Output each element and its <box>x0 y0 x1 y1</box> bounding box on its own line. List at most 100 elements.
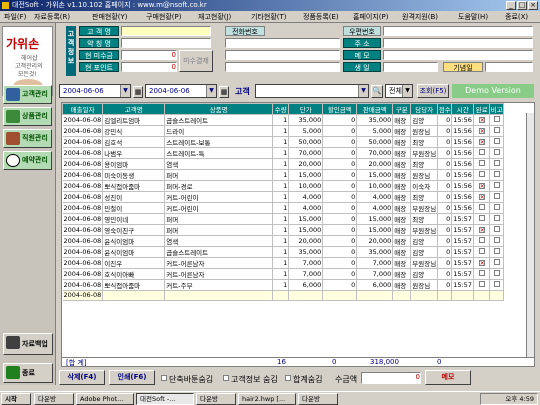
chevron-down-icon[interactable]: ▼ <box>206 85 216 97</box>
date-to-input[interactable]: 2004-06-06 ▼ <box>145 84 217 98</box>
menu-sales[interactable]: 판매현황(Y) <box>92 11 128 23</box>
close-button[interactable]: × <box>528 1 538 10</box>
taskbar-item[interactable]: hair2.hwp [... <box>238 393 296 405</box>
done-checkbox[interactable] <box>478 149 485 155</box>
hide-totals-checkbox[interactable] <box>285 375 291 381</box>
minimize-button[interactable]: _ <box>506 1 516 10</box>
done-checkbox[interactable] <box>478 260 485 266</box>
table-row[interactable]: 2004-06-08 김엘리트엄마 곱슬스트레이트 1 35,000 0 35,000 매장 김… <box>62 114 505 126</box>
note-checkbox[interactable] <box>493 215 500 221</box>
received-field[interactable]: 0 <box>361 372 421 384</box>
phone-field-1[interactable] <box>225 38 340 48</box>
note-checkbox[interactable] <box>493 127 500 133</box>
phone-field-2[interactable] <box>225 50 340 60</box>
customer-name-field[interactable] <box>121 26 211 36</box>
table-row[interactable]: 2004-06-08 강민식 드라이 1 5,000 0 5,000 매장 원장님 0 15:56 <box>62 125 505 137</box>
menu-register[interactable]: 자료등록(R) <box>34 11 70 23</box>
taskbar-item[interactable]: Adobe Phot... <box>76 393 134 405</box>
table-row[interactable]: 2004-06-08 호식이아빠 커트-어른남자 1 7,000 0 7,000 매장 김양 0 1… <box>62 268 505 280</box>
table-row[interactable]: 2004-06-08 용이엄마 염색 1 20,000 0 20,000 매장 최양 0 15:56 <box>62 158 505 170</box>
column-header[interactable]: 상품명 <box>164 103 274 115</box>
column-header[interactable]: 비고 <box>489 103 505 115</box>
table-row[interactable]: 2004-06-08 뽀식접아줌마 커트-주부 1 6,000 0 6,000 매장 원장님 0 1… <box>62 279 505 291</box>
table-row[interactable]: 2004-06-08 윤식이엄마 곱슬스트레이트 1 35,000 0 35,000 매장 김양… <box>62 246 505 258</box>
column-header[interactable]: 완료 <box>473 103 491 115</box>
sidebar-item-reservations[interactable]: 예약관리 <box>3 151 52 170</box>
note-checkbox[interactable] <box>493 270 500 276</box>
note-checkbox[interactable] <box>493 160 500 166</box>
search-button[interactable]: 조회(F5) <box>417 84 449 98</box>
table-row[interactable]: 2004-06-08 이진우 커트-어른남자 1 7,000 0 7,000 매장 부원장님 0 1… <box>62 257 505 269</box>
settle-button[interactable]: 미수결제 <box>179 50 213 72</box>
done-checkbox[interactable] <box>478 160 485 166</box>
table-row[interactable]: 2004-06-08 <box>62 290 505 301</box>
taskbar-item[interactable]: 다운방 <box>298 393 338 405</box>
column-header[interactable]: 매출일자 <box>62 103 104 115</box>
chevron-down-icon[interactable]: ▼ <box>358 85 368 97</box>
print-button[interactable]: 인쇄(F6) <box>109 370 155 385</box>
note-checkbox[interactable] <box>493 171 500 177</box>
menu-remote[interactable]: 원격지원(B) <box>402 11 438 23</box>
table-row[interactable]: 2004-06-08 영민이네 퍼머 1 15,000 0 15,000 매장 최양 0 15:57 <box>62 213 505 225</box>
hide-customer-checkbox[interactable] <box>223 375 229 381</box>
points-field[interactable]: 0 <box>121 62 177 72</box>
memo-field[interactable] <box>383 50 533 60</box>
calendar-icon[interactable]: ▦ <box>219 86 229 98</box>
note-checkbox[interactable] <box>493 259 500 265</box>
menu-file[interactable]: 파일(F) <box>4 11 26 23</box>
zipcode-field[interactable] <box>383 26 533 36</box>
done-checkbox[interactable] <box>478 117 485 123</box>
phone-field-3[interactable] <box>225 62 340 72</box>
table-row[interactable]: 2004-06-08 영숙이친구 퍼머 1 15,000 0 15,000 매장 부원장님 0 15… <box>62 224 505 236</box>
menu-license[interactable]: 정품등록(E) <box>303 11 339 23</box>
column-header[interactable]: 할인금액 <box>322 103 358 115</box>
memo-button[interactable]: 메모 <box>425 370 471 385</box>
column-header[interactable]: 시간 <box>451 103 475 115</box>
table-row[interactable]: 2004-06-08 민철이 커트-어린이 1 4,000 0 4,000 매장 부원장님 0 15… <box>62 202 505 214</box>
done-checkbox[interactable] <box>478 237 485 243</box>
sidebar-item-products[interactable]: 상품관리 <box>3 107 52 126</box>
done-checkbox[interactable] <box>478 139 485 145</box>
table-row[interactable]: 2004-06-08 나범우 스트레이트-특 1 70,000 0 70,000 매장 부원장님… <box>62 147 505 159</box>
nickname-field[interactable] <box>121 38 211 48</box>
column-header[interactable]: 고객명 <box>102 103 166 115</box>
note-checkbox[interactable] <box>493 138 500 144</box>
menu-homepage[interactable]: 홈페이지(P) <box>353 11 388 23</box>
column-header[interactable]: 수량 <box>272 103 290 115</box>
column-header[interactable]: 점수 <box>437 103 453 115</box>
table-row[interactable]: 2004-06-08 뽀식접아줌마 퍼머-경로 1 10,000 0 10,000 매장 이숙자… <box>62 180 505 192</box>
table-row[interactable]: 2004-06-08 윤식이엄마 염색 1 20,000 0 20,000 매장 김양 0 15:5… <box>62 235 505 247</box>
balance-field[interactable]: 0 <box>121 50 177 60</box>
column-header[interactable]: 판매금액 <box>356 103 394 115</box>
address-field[interactable] <box>383 38 533 48</box>
note-checkbox[interactable] <box>493 281 500 287</box>
done-checkbox[interactable] <box>478 204 485 210</box>
done-checkbox[interactable] <box>478 183 485 189</box>
table-row[interactable]: 2004-06-08 미숙이동생 퍼머 1 15,000 0 15,000 매장 원장님 0 15:… <box>62 169 505 181</box>
note-checkbox[interactable] <box>493 149 500 155</box>
search-icon[interactable]: 🔍 <box>371 85 383 98</box>
exit-button[interactable]: 종료 <box>3 363 53 383</box>
date-from-input[interactable]: 2004-06-06 ▼ <box>59 84 131 98</box>
note-checkbox[interactable] <box>493 237 500 243</box>
start-button[interactable]: 시작 <box>1 393 31 405</box>
column-header[interactable]: 담당자 <box>410 103 439 115</box>
delete-button[interactable]: 삭제(F4) <box>59 370 105 385</box>
maximize-button[interactable]: □ <box>517 1 527 10</box>
note-checkbox[interactable] <box>493 182 500 188</box>
calendar-icon[interactable]: ▦ <box>133 86 143 98</box>
done-checkbox[interactable] <box>478 248 485 254</box>
menu-purchase[interactable]: 구매현황(P) <box>146 11 181 23</box>
anniversary-field[interactable] <box>485 62 533 72</box>
menu-exit[interactable]: 종료(X) <box>505 11 528 23</box>
sales-grid[interactable]: 매출일자 고객명 상품명 수량 단가 할인금액 판매금액 구분 담당자 점수 시간 완료 비고 2004… <box>61 102 535 364</box>
done-checkbox[interactable] <box>478 128 485 134</box>
done-checkbox[interactable] <box>478 281 485 287</box>
done-checkbox[interactable] <box>478 171 485 177</box>
menu-other[interactable]: 기타현황(T) <box>251 11 287 23</box>
hide-toolbar-checkbox[interactable] <box>161 375 167 381</box>
note-checkbox[interactable] <box>493 226 500 232</box>
taskbar-item[interactable]: 다운방 <box>34 393 74 405</box>
note-checkbox[interactable] <box>493 204 500 210</box>
done-checkbox[interactable] <box>478 270 485 276</box>
